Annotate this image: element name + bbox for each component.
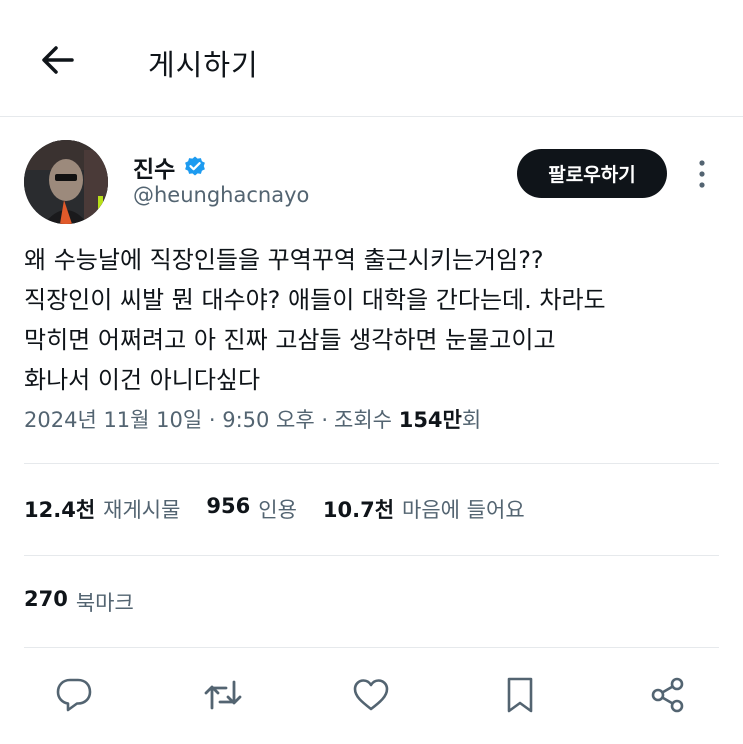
quotes-count: 956 <box>206 494 251 518</box>
bookmarks-stat[interactable]: 270 북마크 <box>24 587 134 617</box>
author-handle[interactable]: @heunghacnayo <box>133 183 309 207</box>
reply-icon[interactable] <box>53 674 95 716</box>
likes-stat[interactable]: 10.7천 마음에 들어요 <box>323 494 525 524</box>
author-name[interactable]: 진수 <box>133 150 207 184</box>
views-suffix: 회 <box>461 408 482 432</box>
tweet-meta: 2024년 11월 10일 · 9:50 오후 · 조회수 154만회 <box>24 404 481 434</box>
page-title: 게시하기 <box>148 48 259 82</box>
back-arrow-icon[interactable] <box>38 40 78 80</box>
likes-label: 마음에 들어요 <box>402 498 525 522</box>
divider <box>24 555 719 556</box>
heart-icon[interactable] <box>350 674 392 716</box>
reposts-stat[interactable]: 12.4천 재게시물 <box>24 494 180 524</box>
bookmarks-count: 270 <box>24 587 68 611</box>
tweet-datetime[interactable]: 2024년 11월 10일 · 9:50 오후 · <box>24 404 328 434</box>
views-count[interactable]: 조회수 154만회 <box>334 404 481 434</box>
more-vertical-icon[interactable] <box>692 157 712 191</box>
divider <box>24 463 719 464</box>
reposts-label: 재게시물 <box>103 498 181 522</box>
tweet-text: 왜 수능날에 직장인들을 꾸역꾸역 출근시키는거임?? 직장인이 씨발 뭔 대수… <box>24 246 606 394</box>
bookmarks-label: 북마크 <box>75 591 134 615</box>
views-number: 154만 <box>398 408 462 432</box>
author-name-text: 진수 <box>133 157 176 183</box>
views-label: 조회수 <box>334 408 393 432</box>
quotes-stat[interactable]: 956 인용 <box>206 494 296 524</box>
reposts-count: 12.4천 <box>24 498 96 522</box>
top-bar: 게시하기 <box>0 0 743 117</box>
repost-icon[interactable] <box>202 674 244 716</box>
avatar[interactable] <box>24 140 108 224</box>
divider <box>24 647 719 648</box>
likes-count: 10.7천 <box>322 498 395 522</box>
engagement-stats: 12.4천 재게시물 956 인용 10.7천 마음에 들어요 <box>24 494 525 524</box>
share-icon[interactable] <box>647 674 689 716</box>
bookmark-icon[interactable] <box>499 674 541 716</box>
verified-badge-icon <box>185 156 206 176</box>
quotes-label: 인용 <box>258 498 297 522</box>
follow-button[interactable]: 팔로우하기 <box>517 149 667 198</box>
